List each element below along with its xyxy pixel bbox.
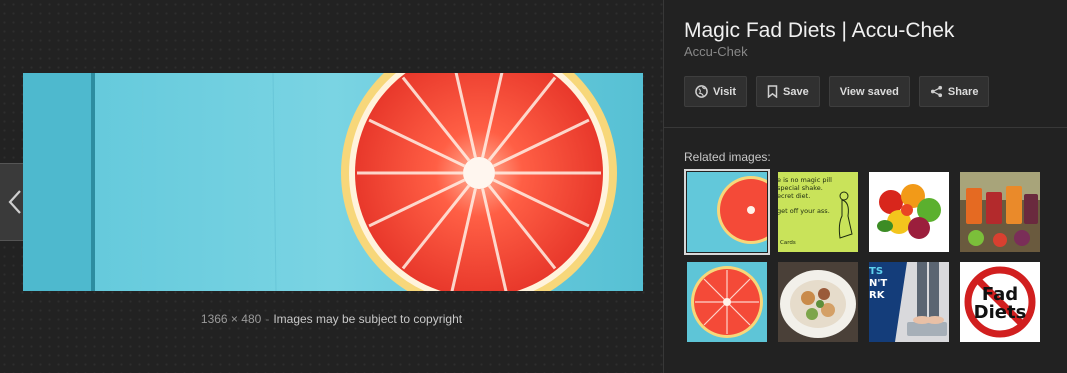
image-caption: 1366 × 480- Images may be subject to copy… bbox=[0, 312, 663, 326]
related-images-label: Related images: bbox=[684, 150, 771, 164]
related-image-thumbnail[interactable]: e is no magic pill special shake. ecret … bbox=[778, 172, 858, 252]
visit-label: Visit bbox=[713, 85, 737, 98]
share-icon bbox=[930, 85, 942, 98]
share-label: Share bbox=[947, 85, 979, 98]
related-image-thumbnail[interactable] bbox=[684, 169, 770, 255]
thumb-text-line: ecret diet. bbox=[778, 192, 810, 200]
globe-icon bbox=[695, 85, 708, 98]
caption-separator: - bbox=[265, 312, 270, 326]
view-saved-label: View saved bbox=[839, 85, 899, 98]
related-image-thumbnail[interactable]: TS N'T RK bbox=[869, 262, 949, 342]
view-saved-button[interactable]: View saved bbox=[828, 76, 910, 107]
thumb-text-line: get off your ass. bbox=[778, 207, 830, 215]
image-title[interactable]: Magic Fad Diets | Accu-Chek bbox=[684, 19, 954, 43]
thumb-text-line: TS bbox=[869, 266, 883, 277]
action-bar: Visit Save View saved Share bbox=[684, 76, 990, 107]
thumb-text-line: Diets bbox=[974, 302, 1027, 323]
chevron-left-icon bbox=[8, 190, 21, 214]
thumb-text-line: e is no magic pill bbox=[778, 176, 832, 184]
share-button[interactable]: Share bbox=[918, 76, 990, 107]
details-panel: Magic Fad Diets | Accu-Chek Accu-Chek Vi… bbox=[664, 0, 1067, 373]
visit-button[interactable]: Visit bbox=[684, 76, 748, 107]
image-dimensions: 1366 × 480 bbox=[200, 312, 262, 326]
related-image-thumbnail[interactable] bbox=[778, 262, 858, 342]
thumb-text-line: N'T bbox=[869, 278, 887, 289]
image-source[interactable]: Accu-Chek bbox=[684, 44, 748, 59]
related-image-thumbnail[interactable]: Fad Diets bbox=[960, 262, 1040, 342]
thumb-text-line: RK bbox=[869, 290, 886, 301]
save-button[interactable]: Save bbox=[756, 76, 820, 107]
related-image-thumbnail[interactable] bbox=[960, 172, 1040, 252]
section-divider bbox=[664, 127, 1067, 128]
save-label: Save bbox=[783, 85, 809, 98]
related-image-thumbnail[interactable] bbox=[869, 172, 949, 252]
main-image[interactable] bbox=[23, 73, 643, 291]
thumb-text-line: special shake. bbox=[778, 184, 823, 192]
copyright-notice: Images may be subject to copyright bbox=[273, 312, 463, 326]
bookmark-icon bbox=[767, 85, 778, 98]
thumb-text-line: Cards bbox=[780, 240, 796, 246]
related-image-thumbnail[interactable] bbox=[687, 262, 767, 342]
